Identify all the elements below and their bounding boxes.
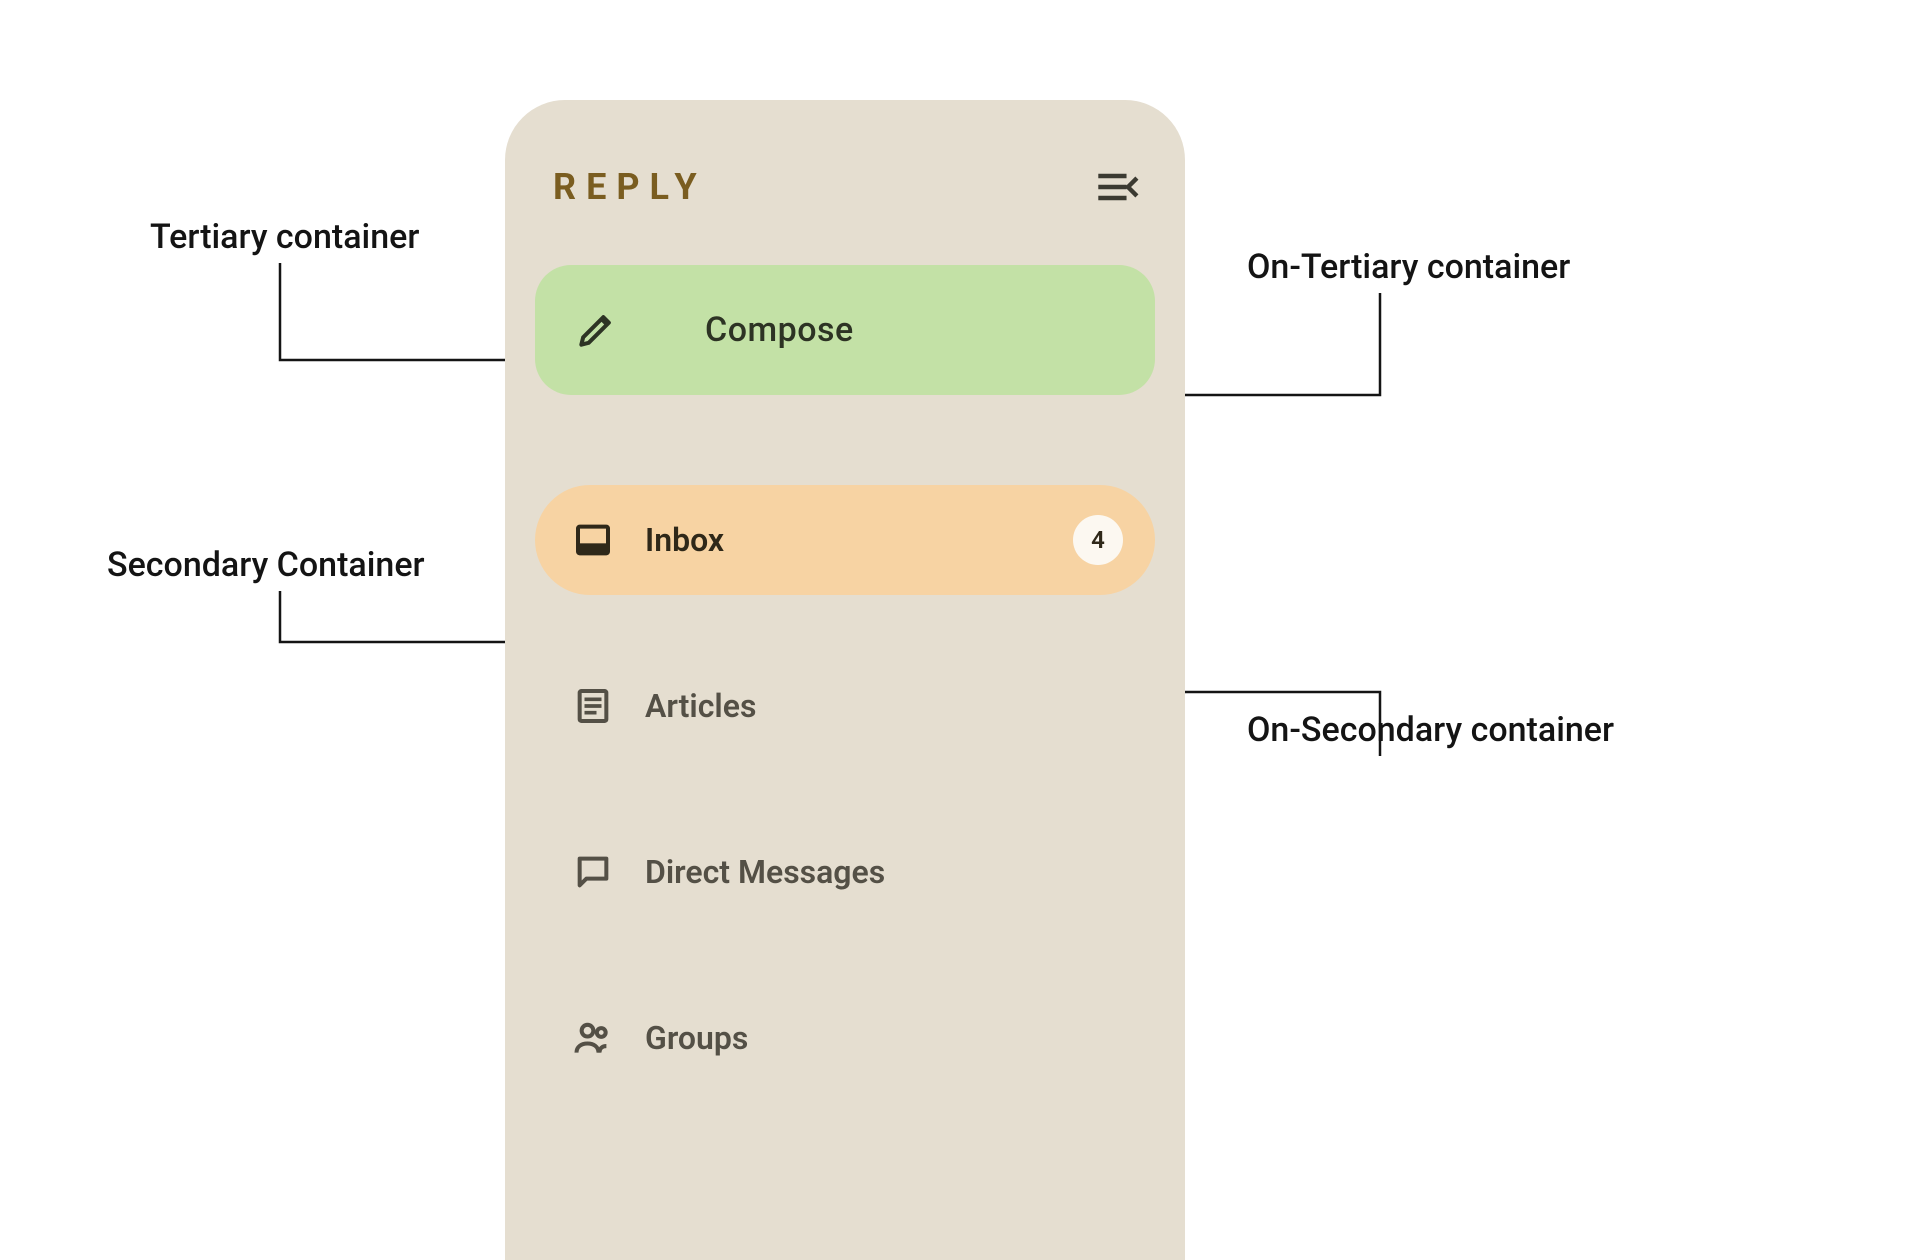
nav-item-groups[interactable]: Groups	[535, 983, 1155, 1093]
navigation-drawer: REPLY Compose	[505, 100, 1185, 1260]
chat-icon	[571, 850, 615, 894]
nav-item-articles[interactable]: Articles	[535, 651, 1155, 761]
annotation-on-secondary-container: On-Secondary container	[1247, 710, 1614, 750]
annotation-on-tertiary-container: On-Tertiary container	[1247, 247, 1570, 287]
drawer-header: REPLY	[535, 153, 1155, 221]
edit-icon	[573, 307, 619, 353]
inbox-badge: 4	[1073, 515, 1123, 565]
collapse-drawer-button[interactable]	[1093, 163, 1141, 211]
nav-item-label: Articles	[645, 687, 1123, 725]
compose-label: Compose	[705, 310, 854, 350]
nav-item-inbox[interactable]: Inbox 4	[535, 485, 1155, 595]
article-icon	[571, 684, 615, 728]
diagram-stage: Tertiary container On-Tertiary container…	[0, 0, 1916, 1260]
nav-item-label: Inbox	[645, 521, 1073, 559]
compose-button[interactable]: Compose	[535, 265, 1155, 395]
nav-item-label: Direct Messages	[645, 853, 1123, 891]
nav-item-label: Groups	[645, 1019, 1123, 1057]
annotation-secondary-container: Secondary Container	[107, 545, 425, 585]
annotation-tertiary-container: Tertiary container	[150, 217, 419, 257]
nav-list: Inbox 4 Articles Direct Mes	[535, 485, 1155, 1093]
brand-label: REPLY	[553, 166, 707, 208]
menu-open-icon	[1095, 165, 1139, 209]
nav-item-direct-messages[interactable]: Direct Messages	[535, 817, 1155, 927]
inbox-icon	[571, 518, 615, 562]
groups-icon	[571, 1016, 615, 1060]
